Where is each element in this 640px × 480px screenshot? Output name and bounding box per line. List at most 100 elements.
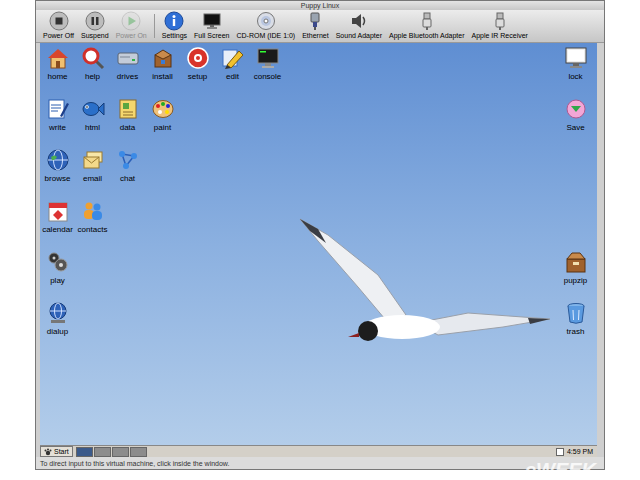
desktop-icon[interactable]: contacts xyxy=(75,199,110,234)
desktop-icon[interactable]: paint xyxy=(145,97,180,132)
monitor-icon xyxy=(202,11,222,31)
desktop-icon[interactable]: browse xyxy=(40,148,75,183)
desktop-icon[interactable]: play xyxy=(40,250,75,285)
desktop-icon-label: browse xyxy=(45,174,71,183)
desktop-icon[interactable]: setup xyxy=(180,46,215,81)
suspend-icon xyxy=(85,11,105,31)
power-off-icon xyxy=(49,11,69,31)
desktop-icon[interactable]: data xyxy=(110,97,145,132)
toolbar-separator xyxy=(154,14,155,38)
dialup-globe-icon xyxy=(46,301,70,325)
usb-plug-icon xyxy=(490,11,510,31)
desktop-icon[interactable]: home xyxy=(40,46,75,81)
desktop-icon-label: chat xyxy=(120,174,135,183)
toolbar-button[interactable]: Sound Adapter xyxy=(334,11,384,40)
package-icon xyxy=(151,46,175,70)
toolbar-button[interactable]: Full Screen xyxy=(192,11,231,40)
pager xyxy=(76,447,147,457)
toolbar-button[interactable]: Apple IR Receiver xyxy=(470,11,530,40)
desktop-icon[interactable]: chat xyxy=(110,148,145,183)
desktop-icon-label: data xyxy=(120,123,136,132)
desktop-icon[interactable]: html xyxy=(75,97,110,132)
power-on-icon xyxy=(121,11,141,31)
desktop-icon-label: pupzip xyxy=(564,276,588,285)
desktop-icon[interactable]: dialup xyxy=(40,301,75,336)
desktop-icon[interactable]: edit xyxy=(215,46,250,81)
envelope-icon xyxy=(81,148,105,172)
toolbar-button[interactable]: Suspend xyxy=(79,11,111,40)
desktop-icon[interactable]: console xyxy=(250,46,285,81)
desktop-icon[interactable]: write xyxy=(40,97,75,132)
desktop-icon-label: Save xyxy=(566,123,584,132)
start-button[interactable]: Start xyxy=(40,446,73,457)
desktop-icon-label: contacts xyxy=(78,225,108,234)
palette-icon xyxy=(151,97,175,121)
toolbar-button[interactable]: Settings xyxy=(160,11,189,40)
workspace[interactable] xyxy=(94,447,111,457)
desktop-icon[interactable]: lock xyxy=(558,46,593,81)
magnifier-icon xyxy=(81,46,105,70)
spacer xyxy=(558,148,593,250)
calendar-icon xyxy=(46,199,70,223)
taskbar: Start 4:59 PM xyxy=(40,445,597,457)
usb-plug-icon xyxy=(417,11,437,31)
desktop-icon[interactable]: help xyxy=(75,46,110,81)
house-icon xyxy=(46,46,70,70)
desktop-icon-label: dialup xyxy=(47,327,68,336)
network-icon xyxy=(116,148,140,172)
vm-window: Puppy LinuxPower OffSuspendPower OnSetti… xyxy=(35,0,605,470)
watermark: eWEEK xyxy=(525,460,596,480)
seagull-wallpaper-icon xyxy=(298,215,558,345)
desktop-icon-label: calendar xyxy=(42,225,73,234)
clock: 4:59 PM xyxy=(567,447,593,456)
desktop-icon-label: home xyxy=(47,72,67,81)
tray-icon xyxy=(556,448,564,456)
globe-icon xyxy=(46,148,70,172)
desktop-icon[interactable]: Save xyxy=(558,97,593,132)
toolbar: Power OffSuspend Power On Settings Full Scr… xyxy=(36,10,604,43)
terminal-icon xyxy=(256,46,280,70)
toolbar-button[interactable]: CD-ROM (IDE 1:0) xyxy=(234,11,297,40)
toolbar-button-label: Power On xyxy=(116,32,147,40)
toolbar-button[interactable]: Ethernet xyxy=(300,11,330,40)
icon-row: write html data paint xyxy=(40,97,285,148)
desktop-icon-label: drives xyxy=(117,72,138,81)
workspace[interactable] xyxy=(76,447,93,457)
desktop-icon[interactable]: pupzip xyxy=(558,250,593,285)
workspace[interactable] xyxy=(130,447,147,457)
desktop-icon[interactable]: calendar xyxy=(40,199,75,234)
screen: Puppy LinuxPower OffSuspendPower OnSetti… xyxy=(0,0,640,480)
settings-icon xyxy=(164,11,184,31)
fish-icon xyxy=(81,97,105,121)
toolbar-button-label: Apple IR Receiver xyxy=(472,32,528,40)
status-bar: To direct input to this virtual machine,… xyxy=(36,457,604,469)
toolbar-button[interactable]: Power Off xyxy=(41,11,76,40)
toolbar-button-label: Sound Adapter xyxy=(336,32,382,40)
disc-icon xyxy=(256,11,276,31)
speaker-icon xyxy=(349,11,369,31)
desktop-icon[interactable]: email xyxy=(75,148,110,183)
desktop-icon-label: paint xyxy=(154,123,171,132)
drive-icon xyxy=(116,46,140,70)
toolbar-button[interactable]: Apple Bluetooth Adapter xyxy=(387,11,467,40)
tray: 4:59 PM xyxy=(556,447,597,456)
desktop-icon[interactable]: trash xyxy=(558,301,593,336)
notebook-icon xyxy=(116,97,140,121)
desktop-icon-label: play xyxy=(50,276,65,285)
toolbar-button: Power On xyxy=(114,11,149,40)
workspace[interactable] xyxy=(112,447,129,457)
toolbar-button-label: Settings xyxy=(162,32,187,40)
icon-row: trash xyxy=(558,301,593,352)
desktop-icon-label: trash xyxy=(567,327,585,336)
desktop-icon-label: lock xyxy=(568,72,582,81)
setup-icon xyxy=(186,46,210,70)
icon-row: Save xyxy=(558,97,593,148)
desktop-icon[interactable]: drives xyxy=(110,46,145,81)
toolbar-button-label: Ethernet xyxy=(302,32,328,40)
toolbar-button-label: Full Screen xyxy=(194,32,229,40)
desktop-icon-label: html xyxy=(85,123,100,132)
people-icon xyxy=(81,199,105,223)
monitor-icon xyxy=(564,46,588,70)
desktop-icon-label: email xyxy=(83,174,102,183)
desktop-icon[interactable]: install xyxy=(145,46,180,81)
